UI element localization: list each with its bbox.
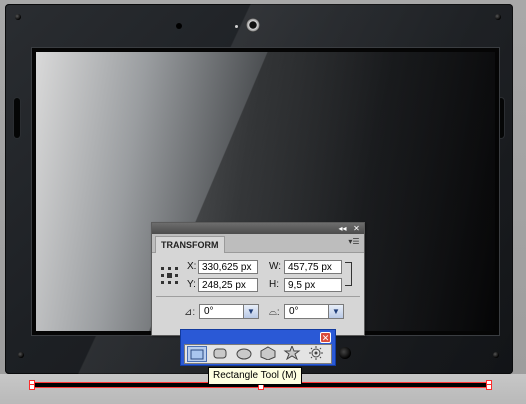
rounded-rectangle-icon — [213, 348, 227, 359]
star-tool-button[interactable] — [283, 344, 303, 362]
camera-lens-icon — [246, 18, 260, 32]
rectangle-tool-tooltip: Rectangle Tool (M) — [208, 367, 302, 385]
mic-dot — [235, 25, 238, 28]
ellipse-icon — [236, 348, 252, 360]
home-button-icon — [339, 347, 351, 359]
w-field[interactable]: 457,75 px — [284, 260, 342, 274]
polygon-icon — [260, 346, 276, 361]
shear-value: 0° — [289, 306, 299, 317]
panel-titlebar[interactable]: ◂◂ ✕ — [152, 223, 364, 234]
rotate-icon: ⊿: — [184, 307, 196, 318]
side-slot-left — [14, 98, 20, 138]
rectangle-icon — [190, 349, 204, 360]
h-field[interactable]: 9,5 px — [284, 278, 342, 292]
close-icon[interactable]: ✕ — [320, 332, 331, 343]
close-panel-icon[interactable]: ✕ — [352, 224, 361, 233]
transform-panel[interactable]: ◂◂ ✕ TRANSFORM ▾☰ X: 330,625 px W: 457,7… — [151, 222, 365, 336]
rectangle-tool-button[interactable] — [187, 346, 207, 362]
x-label: X: — [187, 261, 197, 272]
panel-divider — [156, 296, 360, 297]
panel-menu-icon[interactable]: ▾☰ — [348, 237, 360, 247]
shear-icon: ⌓: — [269, 307, 280, 318]
rotate-value: 0° — [204, 306, 214, 317]
sensor-dot — [176, 23, 182, 29]
rounded-rectangle-tool-button[interactable] — [211, 346, 231, 362]
rotate-dropdown[interactable]: 0° ▼ — [199, 304, 259, 319]
chevron-down-icon[interactable]: ▼ — [243, 305, 258, 318]
reference-point-icon[interactable] — [161, 267, 179, 285]
selection-handle[interactable] — [486, 384, 492, 390]
corner-bolt-icon — [18, 352, 24, 358]
flare-tool-button[interactable] — [307, 346, 327, 362]
selection-handle[interactable] — [29, 384, 35, 390]
corner-bolt-icon — [15, 14, 21, 20]
polygon-tool-button[interactable] — [259, 346, 279, 362]
ellipse-tool-button[interactable] — [235, 346, 255, 362]
y-label: Y: — [187, 279, 196, 290]
flare-icon — [309, 346, 323, 360]
shape-tools-flyout[interactable]: ✕ — [180, 329, 336, 366]
tools-tray — [184, 344, 332, 364]
corner-bolt-icon — [493, 352, 499, 358]
corner-bolt-icon — [495, 14, 501, 20]
shear-dropdown[interactable]: 0° ▼ — [284, 304, 344, 319]
constrain-proportions-link-icon[interactable] — [345, 262, 352, 286]
y-field[interactable]: 248,25 px — [198, 278, 258, 292]
h-label: H: — [269, 279, 279, 290]
w-label: W: — [269, 261, 282, 272]
tab-transform[interactable]: TRANSFORM — [155, 236, 225, 253]
panel-tab-row: TRANSFORM ▾☰ — [152, 234, 364, 253]
x-field[interactable]: 330,625 px — [198, 260, 258, 274]
chevron-down-icon[interactable]: ▼ — [328, 305, 343, 318]
collapse-panel-icon[interactable]: ◂◂ — [338, 224, 347, 233]
star-icon — [283, 344, 301, 361]
